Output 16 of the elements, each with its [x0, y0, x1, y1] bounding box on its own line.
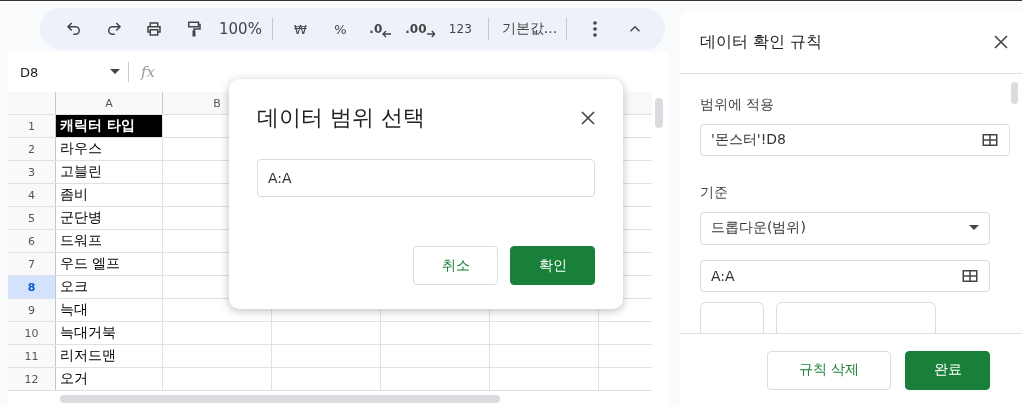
table-cell: 캐릭터 타입 — [56, 115, 163, 137]
table-cell: 오거 — [56, 368, 163, 390]
formula-label: fx — [141, 63, 155, 81]
table-cell: 드워프 — [56, 230, 163, 252]
table-cell: 오크 — [56, 276, 163, 298]
field-label: 기준 — [700, 184, 729, 203]
table-cell: 리저드맨 — [56, 345, 163, 367]
table-cell: 고블린 — [56, 161, 163, 183]
table-cell: 늑대 — [56, 299, 163, 321]
panel-title: 데이터 확인 규칙 — [700, 31, 823, 53]
table-cell: 우드 엘프 — [56, 253, 163, 275]
table-cell: 라우스 — [56, 138, 163, 160]
table-cell: 늑대거북 — [56, 322, 163, 344]
table-cell: 좀비 — [56, 184, 163, 206]
field-label: 범위에 적용 — [700, 96, 776, 114]
table-cell: 군단병 — [56, 207, 163, 229]
